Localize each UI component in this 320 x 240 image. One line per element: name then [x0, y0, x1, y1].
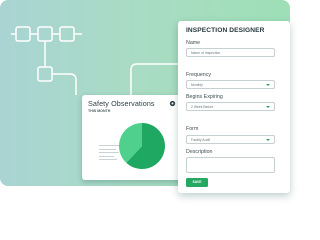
legend-line — [99, 159, 117, 160]
frequency-select[interactable]: Monthly — [186, 80, 275, 89]
legend-line — [99, 148, 116, 150]
pie-chart — [119, 123, 165, 169]
chevron-down-icon — [266, 83, 270, 86]
begins-expiring-label: Begins Expiring — [186, 94, 223, 100]
begins-expiring-select[interactable]: 2 Week Before — [186, 102, 275, 111]
diagram-node-1 — [15, 26, 31, 42]
name-label: Name — [186, 40, 201, 46]
diagram-node-3 — [59, 26, 75, 42]
frequency-label: Frequency — [186, 72, 212, 78]
name-input[interactable]: Name of Inspection — [186, 48, 275, 57]
name-input-value: Name of Inspection — [191, 50, 221, 55]
inspection-designer-panel: INSPECTION DESIGNER Name Name of Inspect… — [178, 21, 290, 193]
panel-title: INSPECTION DESIGNER — [186, 27, 265, 34]
safety-observations-card: Safety Observations THIS MONTH — [82, 95, 183, 180]
form-label: Form — [186, 126, 199, 132]
chart-legend — [99, 145, 119, 163]
chevron-down-icon — [266, 105, 270, 108]
card-title: Safety Observations — [88, 99, 155, 108]
card-subtitle: THIS MONTH — [88, 109, 111, 113]
legend-line — [99, 155, 114, 157]
begins-expiring-value: 2 Week Before — [191, 104, 214, 109]
diagram-node-4 — [37, 66, 53, 82]
diagram-node-2 — [37, 26, 53, 42]
form-select-value: Facility Audit — [191, 137, 211, 142]
legend-line — [99, 145, 119, 146]
description-label: Description — [186, 149, 213, 155]
gear-icon[interactable] — [169, 100, 176, 107]
frequency-select-value: Monthly — [191, 82, 203, 87]
legend-line — [99, 152, 119, 153]
chevron-down-icon — [266, 138, 270, 141]
save-button[interactable]: SAVE — [186, 178, 208, 187]
description-textarea[interactable] — [186, 157, 275, 173]
form-select[interactable]: Facility Audit — [186, 135, 275, 144]
